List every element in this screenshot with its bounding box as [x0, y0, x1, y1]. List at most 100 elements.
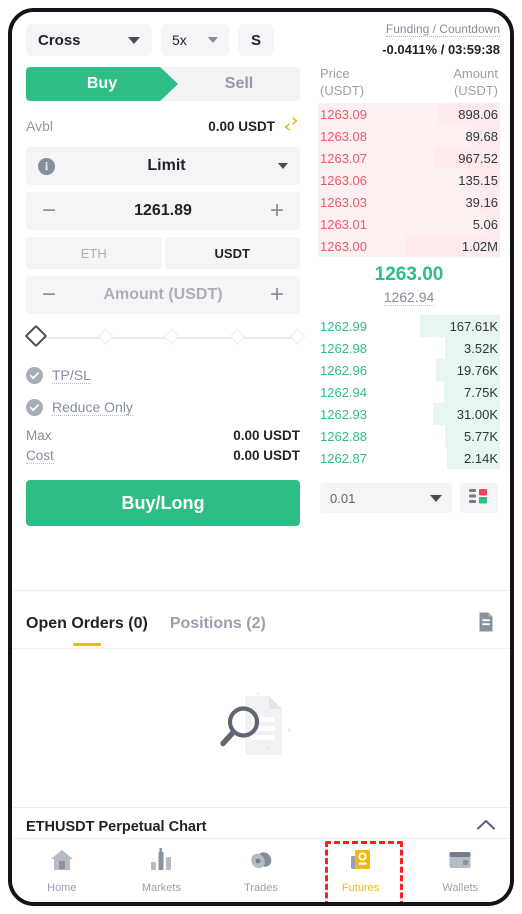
order-amount: 5.06 [472, 216, 498, 232]
settings-button[interactable]: S [238, 24, 274, 56]
mid-price-block: 1263.00 1262.94 [318, 257, 500, 315]
order-book-ask-row[interactable]: 1263.00 1.02M [318, 235, 500, 257]
buy-long-button[interactable]: Buy/Long [26, 480, 300, 526]
price-decrement-button[interactable]: − [38, 199, 60, 223]
cost-label: Cost [26, 448, 54, 464]
margin-mode-button[interactable]: Cross [26, 24, 152, 56]
max-label: Max [26, 428, 52, 443]
currency-tab-quote[interactable]: USDT [164, 237, 300, 269]
currency-toggle: ETH USDT [26, 237, 300, 269]
order-book-panel: Funding / Countdown -0.0411% / 03:59:38 … [314, 12, 510, 560]
nav-item-trades[interactable]: Trades [211, 839, 311, 902]
sell-tab-label: Sell [224, 75, 254, 92]
slider-handle[interactable] [24, 324, 48, 348]
price-field[interactable]: − 1261.89 + [26, 192, 300, 230]
nav-item-wallets[interactable]: Wallets [410, 839, 510, 902]
price-increment-button[interactable]: + [266, 199, 288, 223]
futures-icon [348, 848, 374, 877]
nav-item-futures[interactable]: Futures [311, 839, 411, 902]
tpsl-row[interactable]: TP/SL [26, 360, 300, 390]
nav-label-wallets: Wallets [442, 881, 478, 894]
order-book-ask-row[interactable]: 1263.03 39.16 [318, 191, 500, 213]
nav-item-home[interactable]: Home [12, 839, 112, 902]
order-price: 1262.94 [320, 384, 367, 400]
available-balance-label: Avbl [26, 118, 53, 134]
order-price: 1262.87 [320, 450, 367, 466]
order-book-bid-row[interactable]: 1262.99 167.61K [318, 315, 500, 337]
reduce-only-label[interactable]: Reduce Only [52, 399, 133, 416]
active-tab-underline [72, 643, 101, 646]
order-amount: 19.76K [456, 362, 498, 378]
margin-mode-label: Cross [38, 31, 81, 49]
order-amount: 7.75K [464, 384, 498, 400]
depth-layout-icon [469, 488, 489, 509]
order-price: 1263.08 [320, 128, 367, 144]
order-book-ask-row[interactable]: 1263.08 89.68 [318, 125, 500, 147]
order-type-field[interactable]: i Limit [26, 147, 300, 185]
check-icon[interactable] [26, 366, 43, 384]
order-amount: 31.00K [456, 406, 498, 422]
available-balance-row: Avbl 0.00 USDT [26, 113, 300, 139]
tick-size-select[interactable]: 0.01 [320, 483, 452, 513]
trades-icon [247, 848, 275, 877]
depth-view-button[interactable] [460, 483, 498, 513]
order-book-bid-row[interactable]: 1262.96 19.76K [318, 359, 500, 381]
nav-item-markets[interactable]: Markets [112, 839, 212, 902]
tpsl-label[interactable]: TP/SL [52, 367, 91, 384]
last-price: 1263.00 [374, 264, 444, 285]
available-balance-right: 0.00 USDT [208, 116, 300, 136]
order-price: 1263.09 [320, 106, 367, 122]
amount-increment-button[interactable]: + [266, 283, 288, 307]
order-amount: 5.77K [464, 428, 498, 444]
amount-header-line1: Amount [453, 66, 498, 81]
order-book-ask-row[interactable]: 1263.07 967.52 [318, 147, 500, 169]
order-price: 1262.98 [320, 340, 367, 356]
phone-frame: Cross 5x S Buy Sell Avbl 0.00 USDT i Lim… [8, 8, 514, 906]
order-history-icon[interactable] [476, 611, 496, 638]
no-records-icon [212, 684, 310, 773]
order-book-ask-row[interactable]: 1263.09 898.06 [318, 103, 500, 125]
buy-tab[interactable]: Buy [26, 67, 178, 101]
amount-field[interactable]: − Amount (USDT) + [26, 276, 300, 314]
order-book-bid-row[interactable]: 1262.93 31.00K [318, 403, 500, 425]
currency-tab-base[interactable]: ETH [26, 237, 162, 269]
amount-input-placeholder[interactable]: Amount (USDT) [60, 286, 266, 304]
slider-tick[interactable] [289, 328, 306, 345]
app-screen: Cross 5x S Buy Sell Avbl 0.00 USDT i Lim… [12, 12, 510, 902]
order-price: 1262.96 [320, 362, 367, 378]
price-header-line1: Price [320, 66, 350, 81]
amount-column-header: Amount (USDT) [453, 65, 498, 99]
slider-tick[interactable] [163, 328, 180, 345]
check-icon[interactable] [26, 398, 43, 416]
tab-open-orders[interactable]: Open Orders (0) [26, 600, 148, 648]
slider-tick[interactable] [97, 328, 114, 345]
order-price: 1263.01 [320, 216, 367, 232]
wallets-icon [447, 848, 473, 877]
transfer-icon[interactable] [282, 116, 300, 136]
order-book-ask-row[interactable]: 1263.01 5.06 [318, 213, 500, 235]
tick-size-value: 0.01 [330, 490, 356, 506]
order-price: 1262.88 [320, 428, 367, 444]
funding-label[interactable]: Funding / Countdown [385, 22, 500, 37]
chevron-up-icon[interactable] [476, 818, 496, 836]
leverage-button[interactable]: 5x [161, 24, 229, 56]
reduce-only-row[interactable]: Reduce Only [26, 392, 300, 422]
order-book-bid-row[interactable]: 1262.94 7.75K [318, 381, 500, 403]
amount-decrement-button[interactable]: − [38, 283, 60, 307]
nav-label-markets: Markets [141, 881, 181, 894]
order-book-ask-row[interactable]: 1263.06 135.15 [318, 169, 500, 191]
sell-tab[interactable]: Sell [178, 67, 300, 101]
tab-positions-label: Positions (2) [169, 615, 266, 632]
home-icon [49, 848, 75, 877]
buy-long-label: Buy/Long [121, 492, 205, 513]
amount-slider[interactable] [24, 324, 306, 352]
index-price[interactable]: 1262.94 [383, 289, 435, 306]
info-icon[interactable]: i [38, 157, 55, 175]
order-book-bid-row[interactable]: 1262.98 3.52K [318, 337, 500, 359]
order-book-bid-row[interactable]: 1262.87 2.14K [318, 447, 500, 469]
slider-tick[interactable] [229, 328, 246, 345]
order-book-bid-row[interactable]: 1262.88 5.77K [318, 425, 500, 447]
tab-positions[interactable]: Positions (2) [170, 600, 266, 648]
order-amount: 898.06 [458, 106, 498, 122]
bottom-nav: Home Markets Trades Futures Wallets [12, 838, 510, 902]
